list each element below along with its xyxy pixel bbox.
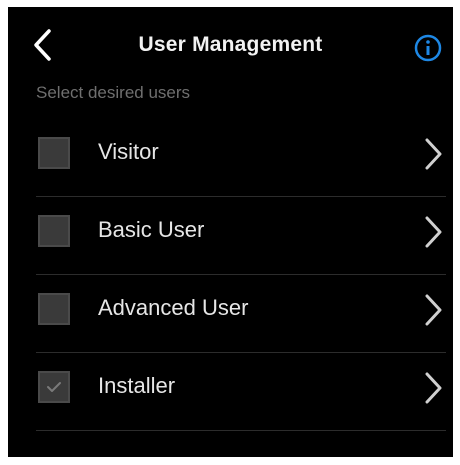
list-item-label: Advanced User (98, 295, 249, 320)
list-item-visitor[interactable]: Visitor (36, 119, 446, 197)
list-item-label: Visitor (98, 139, 159, 164)
chevron-right-icon (425, 294, 442, 326)
list-item-advanced-user[interactable]: Advanced User (36, 275, 446, 353)
list-item-installer[interactable]: Installer (36, 353, 446, 431)
back-button[interactable] (26, 27, 58, 63)
user-list: Visitor Basic User Advanced User Install… (36, 119, 446, 431)
list-item-label: Basic User (98, 217, 205, 242)
chevron-left-icon (34, 29, 51, 61)
subtitle: Select desired users (36, 83, 191, 102)
checkbox[interactable] (38, 215, 70, 247)
page-title: User Management (138, 33, 323, 56)
chevron-right-icon (425, 372, 442, 404)
checkbox[interactable] (38, 293, 70, 325)
list-item-label: Installer (98, 373, 176, 398)
header: User Management (8, 7, 453, 87)
info-button[interactable] (413, 33, 443, 63)
chevron-right-icon (425, 138, 442, 170)
user-management-screen: User Management Select desired users Vis… (8, 7, 453, 457)
chevron-right-icon (425, 216, 442, 248)
info-icon (414, 34, 442, 62)
checkbox-checked[interactable] (38, 371, 70, 403)
checkbox[interactable] (38, 137, 70, 169)
list-item-basic-user[interactable]: Basic User (36, 197, 446, 275)
check-icon (47, 382, 61, 392)
